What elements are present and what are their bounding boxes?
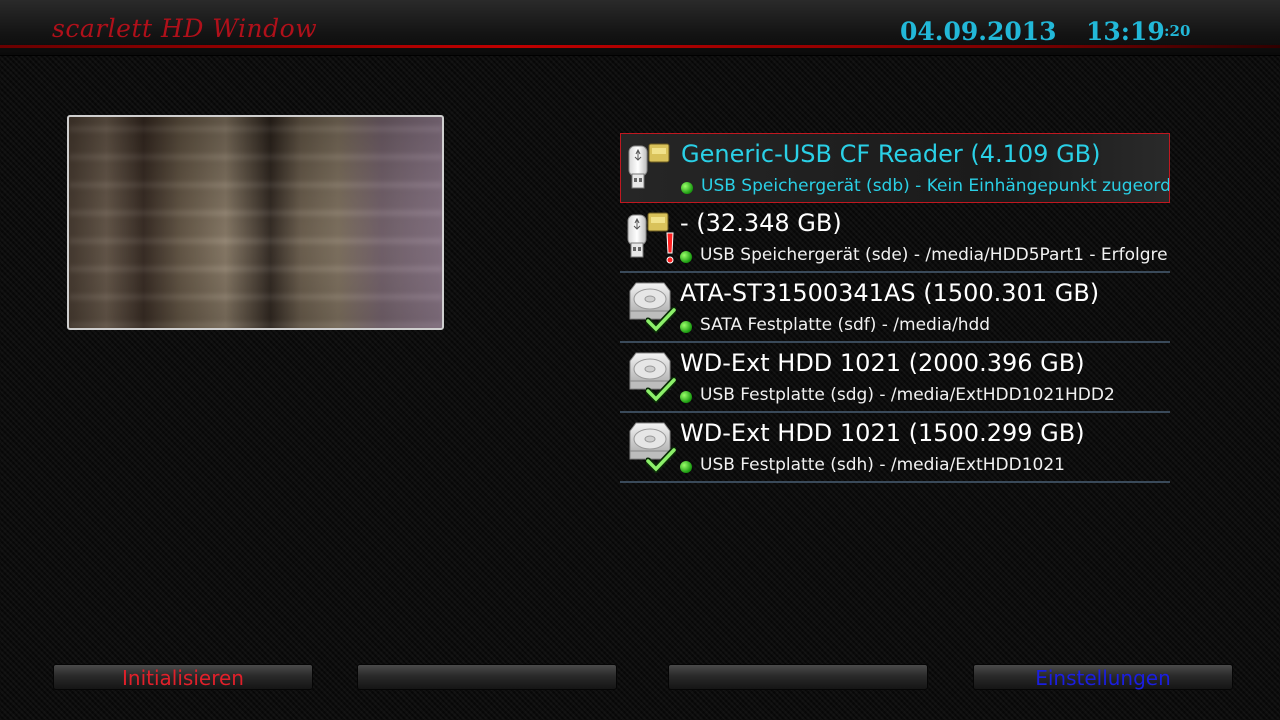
device-name: Generic-USB CF Reader (4.109 GB) (681, 140, 1101, 168)
red-button-initialize[interactable]: Initialisieren (53, 664, 313, 690)
device-row[interactable]: ATA-ST31500341AS (1500.301 GB) SATA Fest… (620, 273, 1170, 343)
date-display: 04.09.2013 (900, 17, 1057, 46)
clock-display: 13:19 (1086, 17, 1165, 46)
green-button[interactable] (357, 664, 617, 690)
device-name: - (32.348 GB) (680, 209, 842, 237)
device-list: Generic-USB CF Reader (4.109 GB) USB Spe… (620, 133, 1170, 483)
device-name: WD-Ext HDD 1021 (1500.299 GB) (680, 419, 1085, 447)
status-ok-icon (681, 182, 693, 194)
device-info: USB Festplatte (sdh) - /media/ExtHDD1021 (700, 455, 1065, 475)
yellow-button[interactable] (668, 664, 928, 690)
mounted-checkmark-icon (646, 377, 676, 403)
status-ok-icon (680, 321, 692, 333)
header-bar: scarlett HD Window 04.09.2013 13:19 :20 (0, 0, 1280, 56)
device-name: WD-Ext HDD 1021 (2000.396 GB) (680, 349, 1085, 377)
blue-button-settings[interactable]: Einstellungen (973, 664, 1233, 690)
clock-seconds: :20 (1164, 22, 1191, 40)
usb-card-reader-icon (623, 140, 679, 198)
warning-exclamation-icon (666, 232, 674, 264)
mounted-checkmark-icon (646, 447, 676, 473)
device-info: SATA Festplatte (sdf) - /media/hdd (700, 315, 991, 335)
device-info: USB Speichergerät (sdb) - Kein Einhängep… (701, 176, 1169, 196)
mounted-checkmark-icon (646, 307, 676, 333)
device-row[interactable]: Generic-USB CF Reader (4.109 GB) USB Spe… (620, 133, 1170, 203)
device-name: ATA-ST31500341AS (1500.301 GB) (680, 279, 1100, 307)
status-ok-icon (680, 461, 692, 473)
status-ok-icon (680, 251, 692, 263)
device-row[interactable]: WD-Ext HDD 1021 (2000.396 GB) USB Festpl… (620, 343, 1170, 413)
device-info: USB Festplatte (sdg) - /media/ExtHDD1021… (700, 385, 1115, 405)
status-ok-icon (680, 391, 692, 403)
window-title: scarlett HD Window (52, 14, 318, 43)
tv-preview-window (67, 115, 444, 330)
device-row[interactable]: WD-Ext HDD 1021 (1500.299 GB) USB Festpl… (620, 413, 1170, 483)
device-row[interactable]: - (32.348 GB) USB Speichergerät (sde) - … (620, 203, 1170, 273)
device-info: USB Speichergerät (sde) - /media/HDD5Par… (700, 245, 1168, 265)
